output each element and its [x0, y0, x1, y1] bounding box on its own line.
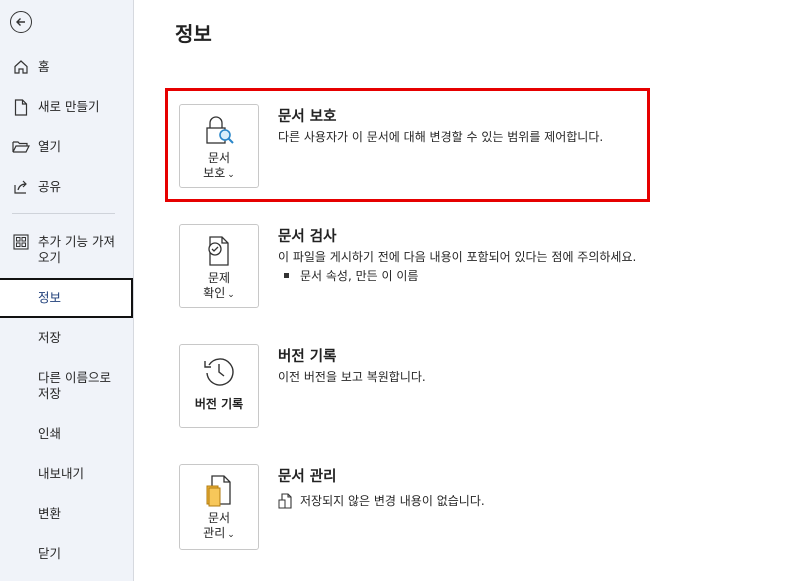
- addins-icon: [11, 233, 31, 251]
- sidebar-item-label: 저장: [38, 330, 62, 345]
- back-arrow-icon: [16, 18, 25, 26]
- section-description: 다른 사용자가 이 문서에 대해 변경할 수 있는 범위를 제어합니다.: [278, 130, 604, 144]
- sidebar-item-share[interactable]: 공유: [0, 177, 133, 197]
- chevron-down-icon: ⌄: [227, 170, 235, 180]
- check-issues-button[interactable]: 문제 확인 ⌄: [179, 224, 259, 308]
- home-icon: [11, 58, 31, 76]
- sidebar-item-export[interactable]: 내보내기: [0, 465, 133, 483]
- sidebar-item-close[interactable]: 닫기: [0, 545, 133, 563]
- sidebar-item-info[interactable]: 정보: [0, 278, 133, 318]
- bullet-icon: [284, 273, 289, 278]
- section-title: 버전 기록: [278, 349, 337, 365]
- tile-label: 확인: [203, 286, 226, 300]
- protect-document-button[interactable]: 문서 보호 ⌄: [179, 104, 259, 188]
- sidebar-item-label: 공유: [38, 179, 62, 194]
- version-history-icon: [202, 355, 236, 387]
- sidebar-item-label: 내보내기: [38, 466, 85, 481]
- tile-label: 보호: [203, 166, 226, 180]
- section-description-row: 저장되지 않은 변경 내용이 없습니다.: [278, 492, 485, 509]
- sidebar-item-label: 새로 만들기: [38, 99, 100, 114]
- sidebar-item-home[interactable]: 홈: [0, 57, 133, 77]
- sidebar-item-label: 다른 이름으로 저장: [38, 370, 111, 401]
- version-history-button[interactable]: 버전 기록: [179, 344, 259, 428]
- section-title: 문서 검사: [278, 229, 337, 245]
- sidebar-item-print[interactable]: 인쇄: [0, 425, 133, 443]
- bullet-text: 문서 속성, 만든 이 이름: [300, 269, 419, 283]
- manage-document-icon: [204, 475, 234, 507]
- sidebar-divider: [12, 213, 115, 214]
- inspect-document-icon: [204, 235, 234, 267]
- section-description: 이전 버전을 보고 복원합니다.: [278, 370, 426, 384]
- chevron-down-icon: ⌄: [227, 290, 235, 300]
- sidebar-item-addins[interactable]: 추가 기능 가져오기: [0, 233, 133, 267]
- sidebar-item-save-as[interactable]: 다른 이름으로 저장: [0, 369, 133, 403]
- back-button[interactable]: [10, 11, 32, 33]
- sidebar-item-label: 인쇄: [38, 426, 62, 441]
- tile-label: 문서: [207, 511, 231, 525]
- lock-search-icon: [202, 115, 236, 147]
- info-pane: 정보 문서 보호 ⌄ 문서 보호 다른 사용자가 이 문서에 대해 변경할 수 있…: [134, 0, 788, 581]
- sidebar-item-label: 추가 기능 가져오기: [38, 234, 115, 265]
- sidebar-item-transform[interactable]: 변환: [0, 505, 133, 523]
- section-description: 이 파일을 게시하기 전에 다음 내용이 포함되어 있다는 점에 주의하세요.: [278, 250, 637, 264]
- sidebar-item-label: 변환: [38, 506, 62, 521]
- sidebar-item-save[interactable]: 저장: [0, 329, 133, 347]
- section-title: 문서 관리: [278, 469, 337, 485]
- sidebar-item-open[interactable]: 열기: [0, 137, 133, 157]
- document-icon: [278, 492, 292, 509]
- sidebar-item-label: 홈: [38, 59, 50, 74]
- page-title: 정보: [175, 22, 212, 46]
- manage-document-button[interactable]: 문서 관리 ⌄: [179, 464, 259, 550]
- tile-label: 관리: [203, 526, 226, 540]
- share-icon: [11, 178, 31, 196]
- tile-label: 문제: [207, 271, 231, 285]
- new-document-icon: [11, 98, 31, 116]
- tile-label: 문서: [207, 151, 231, 165]
- open-folder-icon: [11, 138, 31, 156]
- section-title: 문서 보호: [278, 109, 337, 125]
- sidebar-item-label: 열기: [38, 139, 62, 154]
- chevron-down-icon: ⌄: [227, 530, 235, 540]
- tile-label: 버전 기록: [194, 397, 244, 411]
- sidebar-item-label: 정보: [38, 290, 62, 305]
- section-description: 저장되지 않은 변경 내용이 없습니다.: [300, 494, 485, 508]
- sidebar-item-new[interactable]: 새로 만들기: [0, 97, 133, 117]
- backstage-sidebar: 홈 새로 만들기 열기 공유 추가 기능 가져오기 정보 저장 다른 이름으로 …: [0, 0, 134, 581]
- sidebar-item-label: 닫기: [38, 546, 62, 561]
- bullet-item: 문서 속성, 만든 이 이름: [284, 267, 418, 284]
